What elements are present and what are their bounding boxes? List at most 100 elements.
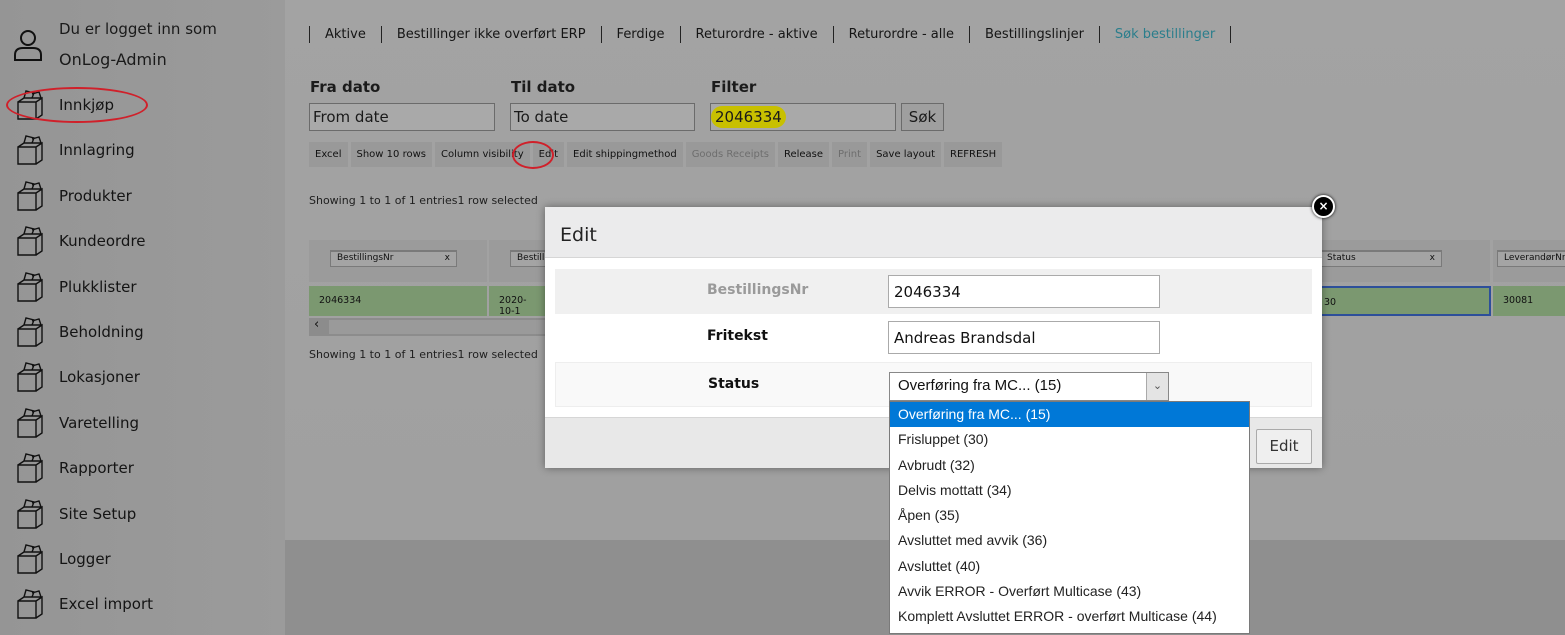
sidebar-item-label: Lokasjoner <box>59 368 140 387</box>
from-date-label: Fra dato <box>310 78 381 96</box>
sidebar-item-rapporter[interactable]: Rapporter <box>14 448 274 488</box>
dropdown-option[interactable]: Avvik ERROR - Overført Multicase (43) <box>890 579 1249 604</box>
sidebar-item-logger[interactable]: Logger <box>14 539 274 579</box>
chevron-down-icon[interactable]: ⌄ <box>1146 373 1168 400</box>
bestillingsnr-input[interactable]: 2046334 <box>888 275 1160 308</box>
column-filter[interactable]: LeverandørNr <box>1497 250 1565 267</box>
annotation-circle <box>512 141 554 169</box>
table-cell[interactable]: 2046334 <box>309 286 487 316</box>
edit-submit-button[interactable]: Edit <box>1256 429 1312 464</box>
clear-icon[interactable]: x <box>445 253 450 263</box>
tab-6[interactable]: Søk bestillinger <box>1098 26 1232 43</box>
refresh-button[interactable]: REFRESH <box>944 142 1003 167</box>
table-info-top: Showing 1 to 1 of 1 entries1 row selecte… <box>309 194 538 207</box>
status-select-value: Overføring fra MC... (15) <box>898 377 1062 394</box>
sidebar-item-innlagring[interactable]: Innlagring <box>14 130 274 170</box>
table-info-bottom: Showing 1 to 1 of 1 entries1 row selecte… <box>309 348 538 361</box>
dropdown-option[interactable]: Komplett Avsluttet ERROR - overført Mult… <box>890 604 1249 629</box>
field-label: BestillingsNr <box>707 282 809 298</box>
column-header-2[interactable]: Bestilli <box>489 240 570 282</box>
username: OnLog-Admin <box>59 50 167 69</box>
sidebar-item-lokasjoner[interactable]: Lokasjoner <box>14 357 274 397</box>
box-icon <box>17 271 43 302</box>
excel-button[interactable]: Excel <box>309 142 348 167</box>
sidebar-item-beholdning[interactable]: Beholdning <box>14 312 274 352</box>
box-icon <box>17 180 43 211</box>
show-10-rows-button[interactable]: Show 10 rows <box>350 142 432 167</box>
save-layout-button[interactable]: Save layout <box>870 142 941 167</box>
release-button[interactable]: Release <box>777 142 830 167</box>
sidebar-item-excel-import[interactable]: Excel import <box>14 584 274 624</box>
clear-icon[interactable]: x <box>1430 253 1435 263</box>
sidebar-item-kundeordre[interactable]: Kundeordre <box>14 221 274 261</box>
table-cell[interactable]: 30 <box>1300 286 1491 316</box>
column-filter[interactable]: Status <box>1327 253 1356 263</box>
dropdown-option[interactable]: Overføring fra MC... (15) <box>890 402 1249 428</box>
sidebar-item-label: Rapporter <box>59 459 134 478</box>
horizontal-scrollbar[interactable]: ‹ <box>309 317 549 336</box>
box-icon <box>17 135 43 166</box>
status-select[interactable]: Overføring fra MC... (15) ⌄ <box>889 372 1169 401</box>
box-icon <box>17 317 43 347</box>
box-icon <box>17 544 43 574</box>
tab-1[interactable]: Bestillinger ikke overført ERP <box>380 26 601 43</box>
box-icon <box>17 498 43 529</box>
modal-title: Edit <box>545 207 1322 258</box>
edit-shippingmethod-button[interactable]: Edit shippingmethod <box>567 142 683 167</box>
scroll-left-icon[interactable]: ‹ <box>314 317 319 332</box>
toolbar: Excel Show 10 rows Column visibility Edit Ed… <box>309 142 1003 167</box>
sidebar-item-label: Logger <box>59 550 111 568</box>
fritekst-input[interactable]: Andreas Brandsdal <box>888 321 1160 354</box>
search-button[interactable]: Søk <box>901 103 944 131</box>
dropdown-option[interactable]: Frisluppet (30) <box>890 427 1249 452</box>
table-cell[interactable]: 30081 <box>1493 286 1565 316</box>
dropdown-option[interactable]: Avsluttet med avvik (36) <box>890 528 1249 553</box>
field-row-bestillingsnr: BestillingsNr 2046334 <box>555 269 1312 314</box>
field-label: Status <box>708 376 760 392</box>
status-dropdown-list: Overføring fra MC... (15) Frisluppet (30)… <box>889 401 1250 634</box>
user-icon <box>14 30 42 61</box>
close-icon[interactable]: × <box>1312 195 1335 218</box>
sidebar: Du er logget inn som OnLog-Admin Innkjøp… <box>0 0 285 635</box>
dropdown-option[interactable]: Avbrudt (32) <box>890 453 1249 478</box>
dropdown-option[interactable]: Delvis mottatt (34) <box>890 478 1249 503</box>
sidebar-item-label: Beholdning <box>59 323 144 341</box>
goods-receipts-button[interactable]: Goods Receipts <box>685 142 775 167</box>
sidebar-item-label: Innlagring <box>59 141 135 160</box>
tab-4[interactable]: Returordre - alle <box>832 26 969 43</box>
box-icon <box>17 589 43 620</box>
annotation-circle <box>6 87 148 123</box>
sidebar-item-label: Site Setup <box>59 504 137 523</box>
tab-0[interactable]: Aktive <box>309 26 381 43</box>
sidebar-item-site-setup[interactable]: Site Setup <box>14 494 274 534</box>
tab-2[interactable]: Ferdige <box>600 26 680 43</box>
sidebar-item-plukklister[interactable]: Plukklister <box>14 267 274 307</box>
dropdown-option[interactable]: Avsluttet (40) <box>890 554 1249 579</box>
field-row-fritekst: Fritekst Andreas Brandsdal <box>555 315 1312 360</box>
filter-label: Filter <box>711 78 757 96</box>
to-date-label: Til dato <box>511 78 576 96</box>
column-header-bestillingsnr[interactable]: BestillingsNr x <box>309 240 487 282</box>
column-header-status[interactable]: Status x <box>1300 240 1490 282</box>
sidebar-item-label: Produkter <box>59 186 132 205</box>
tab-3[interactable]: Returordre - aktive <box>679 26 833 43</box>
print-button[interactable]: Print <box>832 142 868 167</box>
sidebar-item-varetelling[interactable]: Varetelling <box>14 403 274 443</box>
box-icon <box>17 362 43 393</box>
box-icon <box>17 226 43 256</box>
filter-input[interactable]: 2046334 <box>710 103 896 131</box>
table-cell[interactable]: 2020-10-1 <box>489 286 549 317</box>
column-filter[interactable]: BestillingsNr <box>337 253 393 263</box>
tab-5[interactable]: Bestillingslinjer <box>969 26 1099 43</box>
dropdown-option[interactable]: Åpen (35) <box>890 503 1249 528</box>
logged-in-text: Du er logget inn som <box>59 20 217 38</box>
sidebar-item-produkter[interactable]: Produkter <box>14 176 274 216</box>
column-header-leverandornr[interactable]: LeverandørNr <box>1493 240 1565 282</box>
to-date-input[interactable]: To date <box>510 103 695 131</box>
filter-value: 2046334 <box>711 106 786 128</box>
sidebar-item-label: Excel import <box>59 595 154 614</box>
box-icon <box>17 407 43 438</box>
field-label: Fritekst <box>707 328 768 344</box>
from-date-input[interactable]: From date <box>309 103 495 131</box>
sidebar-item-label: Kundeordre <box>59 232 146 251</box>
